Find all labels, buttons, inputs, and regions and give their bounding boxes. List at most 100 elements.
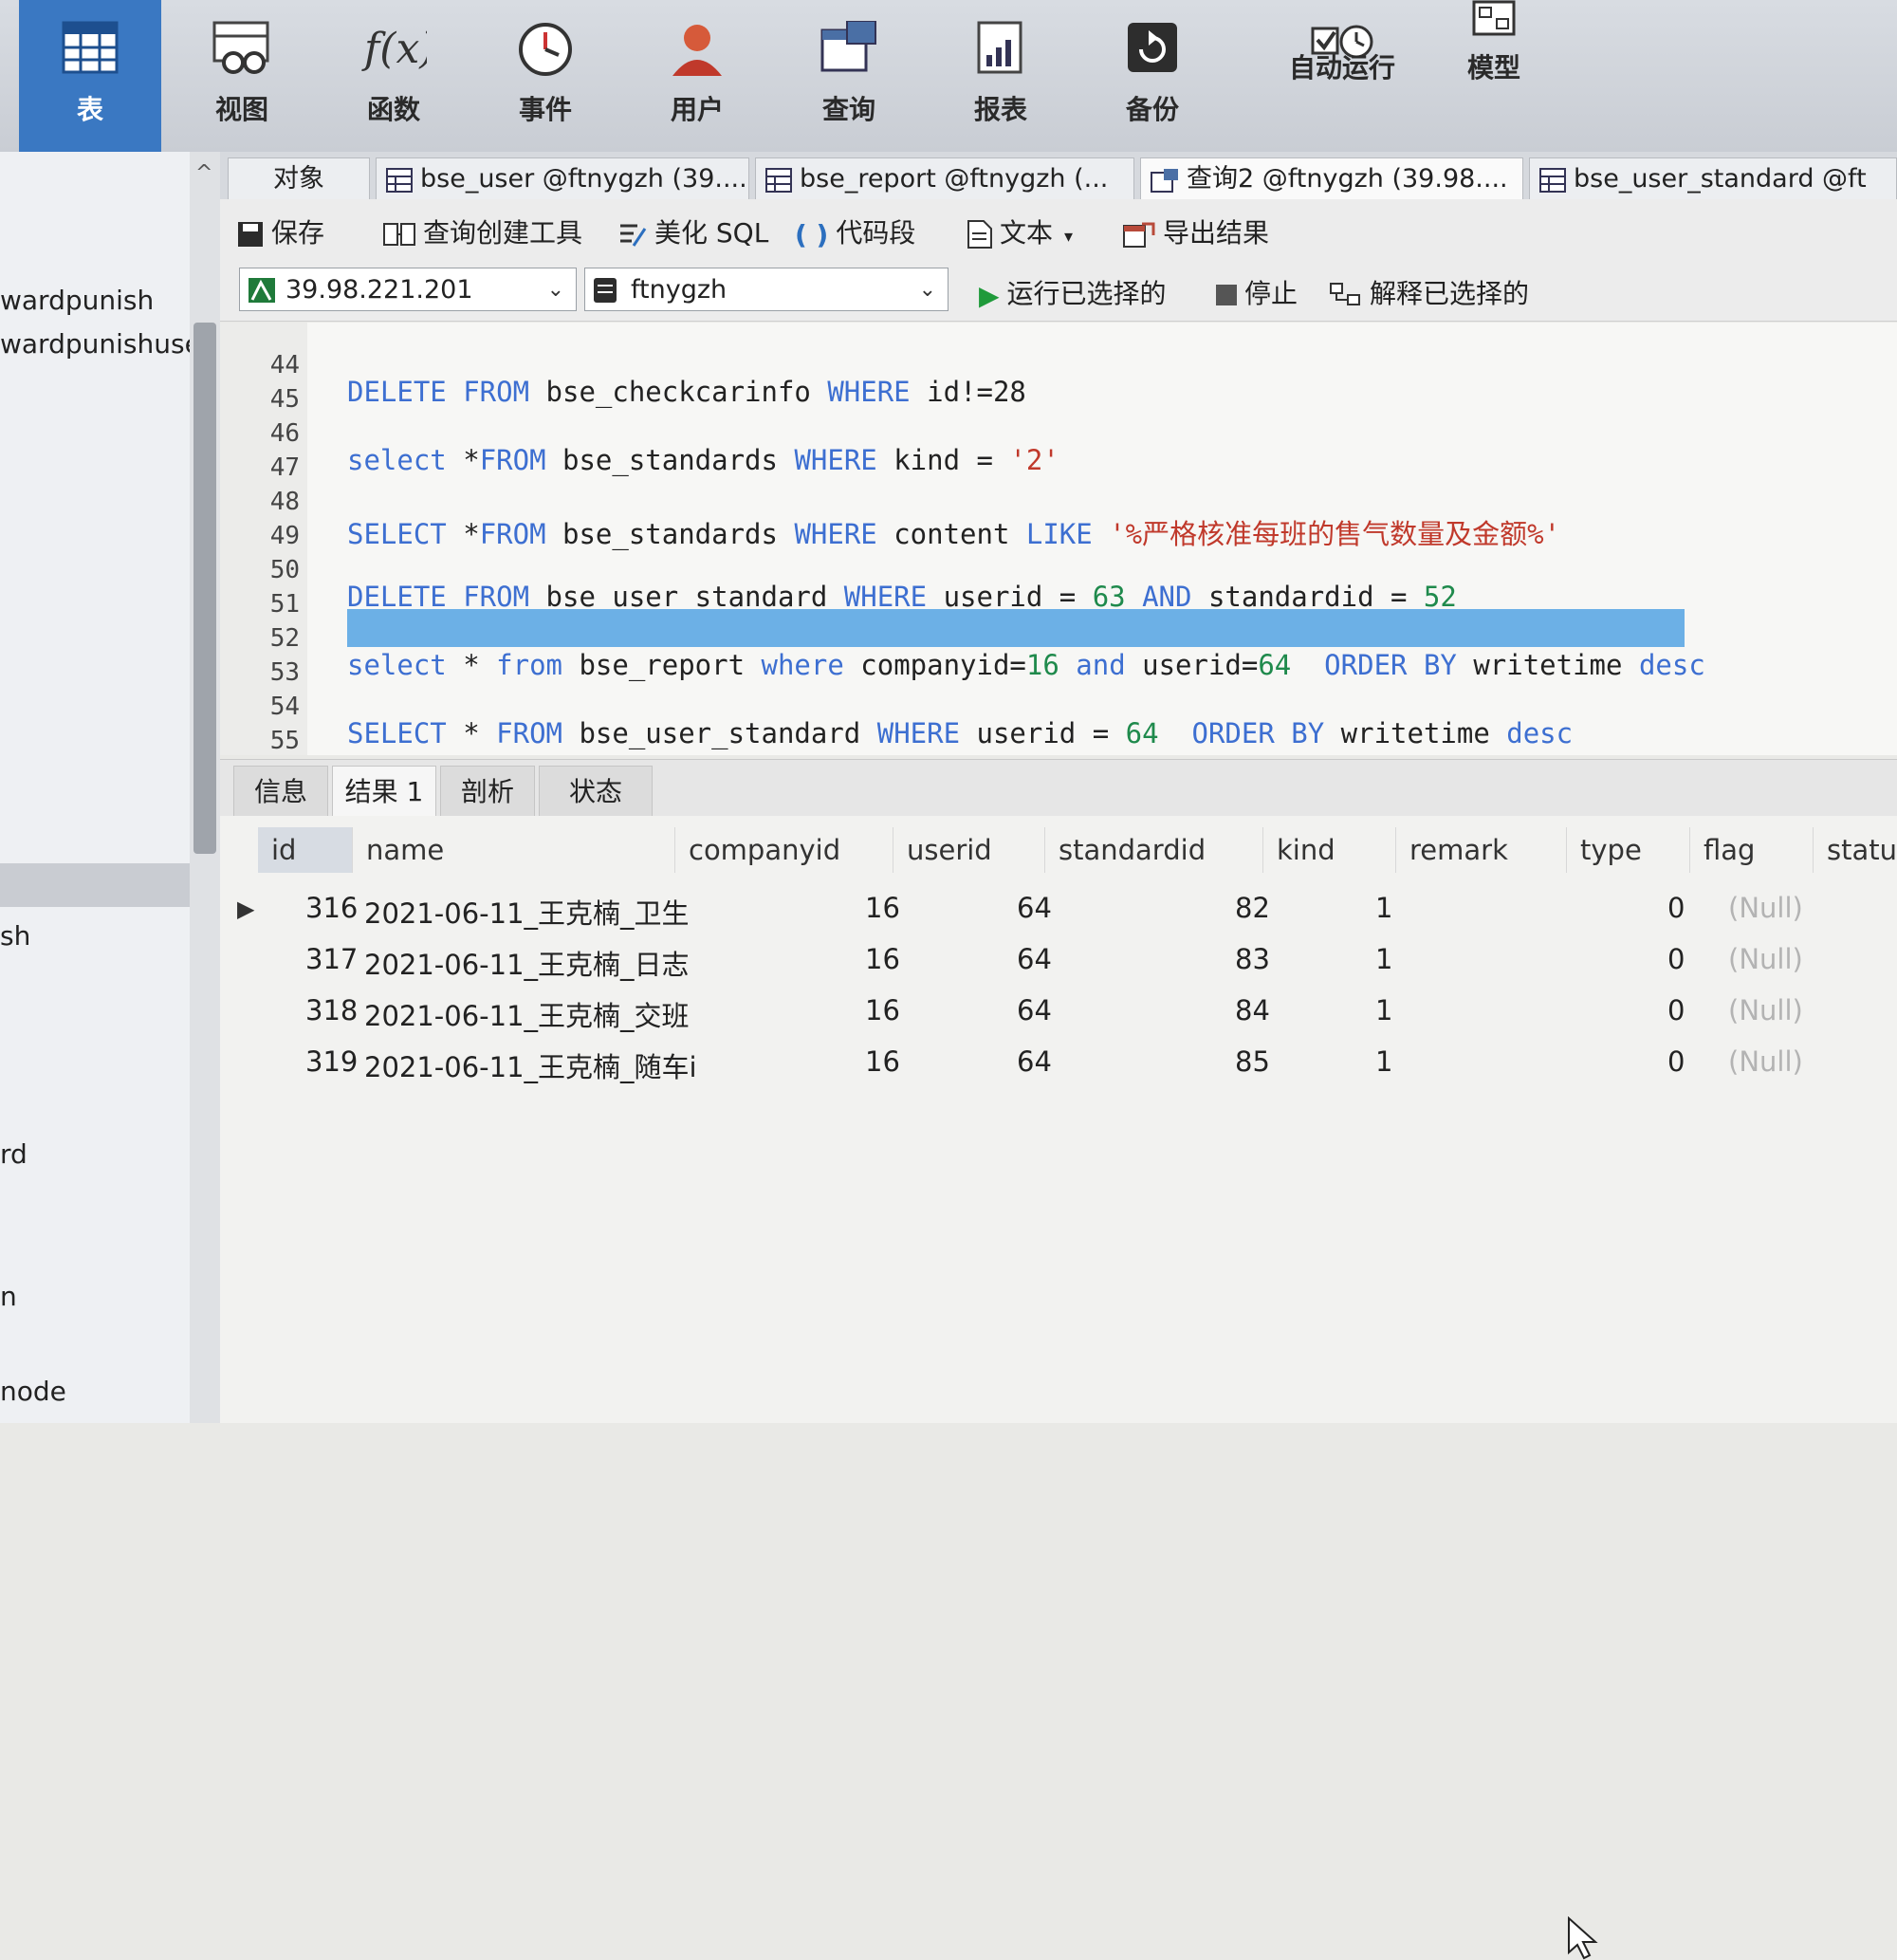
tab-status[interactable]: 状态 [539, 766, 653, 817]
cell-standardid[interactable]: 85 [1235, 1045, 1270, 1078]
tab-query2[interactable]: 查询2 @ftnygzh (39.98.... [1140, 157, 1523, 199]
column-header-name[interactable]: name [353, 827, 675, 873]
cell-standardid[interactable]: 84 [1235, 994, 1270, 1026]
cell-kind[interactable]: 1 [1375, 994, 1392, 1026]
cell-userid[interactable]: 64 [1017, 994, 1052, 1026]
ribbon-function-button[interactable]: f(x) 函数 [322, 0, 465, 152]
cell-id[interactable]: 317 [305, 943, 358, 975]
tab-objects[interactable]: 对象 [228, 157, 370, 199]
sidebar-item-rd[interactable]: rd [0, 1138, 190, 1170]
text-dropdown-icon[interactable]: ▾ [1064, 227, 1073, 247]
snippet-button[interactable]: ( ) 代码段 [795, 213, 915, 250]
column-header-statu[interactable]: statu [1814, 827, 1897, 873]
result-grid[interactable]: id name companyid userid standardid kind… [220, 816, 1897, 1960]
chevron-down-icon: ⌄ [546, 278, 564, 302]
ribbon-model-button[interactable]: 模型 [1423, 0, 1565, 152]
tab-bse-user[interactable]: bse_user @ftnygzh (39.... [376, 157, 749, 199]
export-results-button[interactable]: 导出结果 [1123, 213, 1269, 250]
line-number: 49 [269, 522, 300, 550]
cell-type[interactable]: 0 [1667, 994, 1685, 1026]
sql-keyword: AND [1125, 581, 1192, 613]
tab-profile[interactable]: 剖析 [440, 766, 535, 817]
sql-keyword: ORDER BY [1158, 717, 1325, 749]
sql-number: 64 [1125, 717, 1159, 749]
cell-flag[interactable]: (Null) [1728, 892, 1803, 924]
beautify-icon [620, 224, 647, 247]
cell-standardid[interactable]: 82 [1235, 892, 1270, 924]
sidebar-item-wardpunish[interactable]: wardpunish [0, 285, 190, 316]
explain-selected-button[interactable]: 解释已选择的 [1330, 273, 1529, 311]
ribbon-table-button[interactable]: 表 [19, 0, 161, 152]
text-label: 文本 [1000, 217, 1054, 249]
ribbon-auto-run-button[interactable]: 自动运行 [1266, 0, 1418, 152]
cell-companyid[interactable]: 16 [865, 943, 900, 975]
chevron-down-icon: ⌄ [918, 278, 936, 302]
table-icon [765, 167, 792, 193]
cell-id[interactable]: 318 [305, 994, 358, 1026]
cell-kind[interactable]: 1 [1375, 943, 1392, 975]
scroll-up-icon[interactable]: ^ [195, 161, 212, 185]
cell-name[interactable]: 2021-06-11_王克楠_日志 [364, 943, 690, 983]
cell-userid[interactable]: 64 [1017, 943, 1052, 975]
cell-kind[interactable]: 1 [1375, 1045, 1392, 1078]
tab-info[interactable]: 信息 [233, 766, 328, 817]
connection-select[interactable]: 39.98.221.201 ⌄ [239, 268, 577, 311]
cell-id[interactable]: 319 [305, 1045, 358, 1078]
column-header-type[interactable]: type [1567, 827, 1690, 873]
ribbon-event-button[interactable]: 事件 [474, 0, 617, 152]
cell-kind[interactable]: 1 [1375, 892, 1392, 924]
sidebar-item-wardpunishuser[interactable]: wardpunishuser [0, 328, 190, 360]
export-results-label: 导出结果 [1163, 217, 1270, 249]
cell-name[interactable]: 2021-06-11_王克楠_随车i [364, 1045, 697, 1085]
sidebar-item-n[interactable]: n [0, 1281, 190, 1312]
query-builder-button[interactable]: 查询创建工具 [383, 213, 582, 250]
scrollbar-thumb[interactable] [193, 323, 216, 854]
ribbon-backup-button[interactable]: 备份 [1081, 0, 1224, 152]
sidebar-scrollbar[interactable]: ^ [190, 152, 220, 1423]
cell-flag[interactable]: (Null) [1728, 943, 1803, 975]
cell-companyid[interactable]: 16 [865, 1045, 900, 1078]
cell-flag[interactable]: (Null) [1728, 994, 1803, 1026]
column-header-id[interactable]: id [258, 827, 353, 873]
line-number: 50 [269, 556, 300, 584]
column-header-remark[interactable]: remark [1396, 827, 1567, 873]
stop-button[interactable]: 停止 [1216, 273, 1298, 311]
tab-result-1[interactable]: 结果 1 [332, 766, 436, 817]
tab-bse-report[interactable]: bse_report @ftnygzh (... [755, 157, 1134, 199]
explain-selected-label: 解释已选择的 [1370, 278, 1530, 309]
tab-bse-user-standard[interactable]: bse_user_standard @ft [1529, 157, 1897, 199]
stop-icon [1216, 285, 1237, 305]
save-label: 保存 [271, 217, 325, 249]
ribbon-query-button[interactable]: 查询 [778, 0, 920, 152]
ribbon-view-button[interactable]: 视图 [171, 0, 313, 152]
column-header-flag[interactable]: flag [1690, 827, 1814, 873]
column-header-companyid[interactable]: companyid [675, 827, 893, 873]
cell-id[interactable]: 316 [305, 892, 358, 924]
column-header-standardid[interactable]: standardid [1045, 827, 1263, 873]
cell-flag[interactable]: (Null) [1728, 1045, 1803, 1078]
cell-type[interactable]: 0 [1667, 943, 1685, 975]
cell-name[interactable]: 2021-06-11_王克楠_卫生 [364, 892, 690, 932]
cell-companyid[interactable]: 16 [865, 994, 900, 1026]
cell-type[interactable]: 0 [1667, 1045, 1685, 1078]
sidebar-item-sh[interactable]: sh [0, 920, 190, 952]
beautify-sql-button[interactable]: 美化 SQL [618, 213, 768, 250]
ribbon-report-button[interactable]: 报表 [930, 0, 1072, 152]
sidebar-item-node[interactable]: node [0, 1376, 190, 1407]
column-header-kind[interactable]: kind [1263, 827, 1396, 873]
cell-name[interactable]: 2021-06-11_王克楠_交班 [364, 994, 690, 1034]
ribbon-user-button[interactable]: 用户 [626, 0, 768, 152]
cell-userid[interactable]: 64 [1017, 892, 1052, 924]
cell-userid[interactable]: 64 [1017, 1045, 1052, 1078]
result-tabs: 信息 结果 1 剖析 状态 [220, 759, 1897, 817]
cell-type[interactable]: 0 [1667, 892, 1685, 924]
run-selected-button[interactable]: ▶ 运行已选择的 [979, 273, 1167, 311]
cell-standardid[interactable]: 83 [1235, 943, 1270, 975]
database-select[interactable]: ftnygzh ⌄ [584, 268, 948, 311]
save-button[interactable]: 保存 [237, 213, 324, 250]
text-button[interactable]: 文本 ▾ [967, 213, 1073, 250]
cell-companyid[interactable]: 16 [865, 892, 900, 924]
text-file-icon [967, 220, 992, 249]
column-header-userid[interactable]: userid [893, 827, 1045, 873]
sql-editor[interactable]: 44 45 46 47 48 49 50 51 52 53 54 55 DELE… [220, 323, 1897, 755]
